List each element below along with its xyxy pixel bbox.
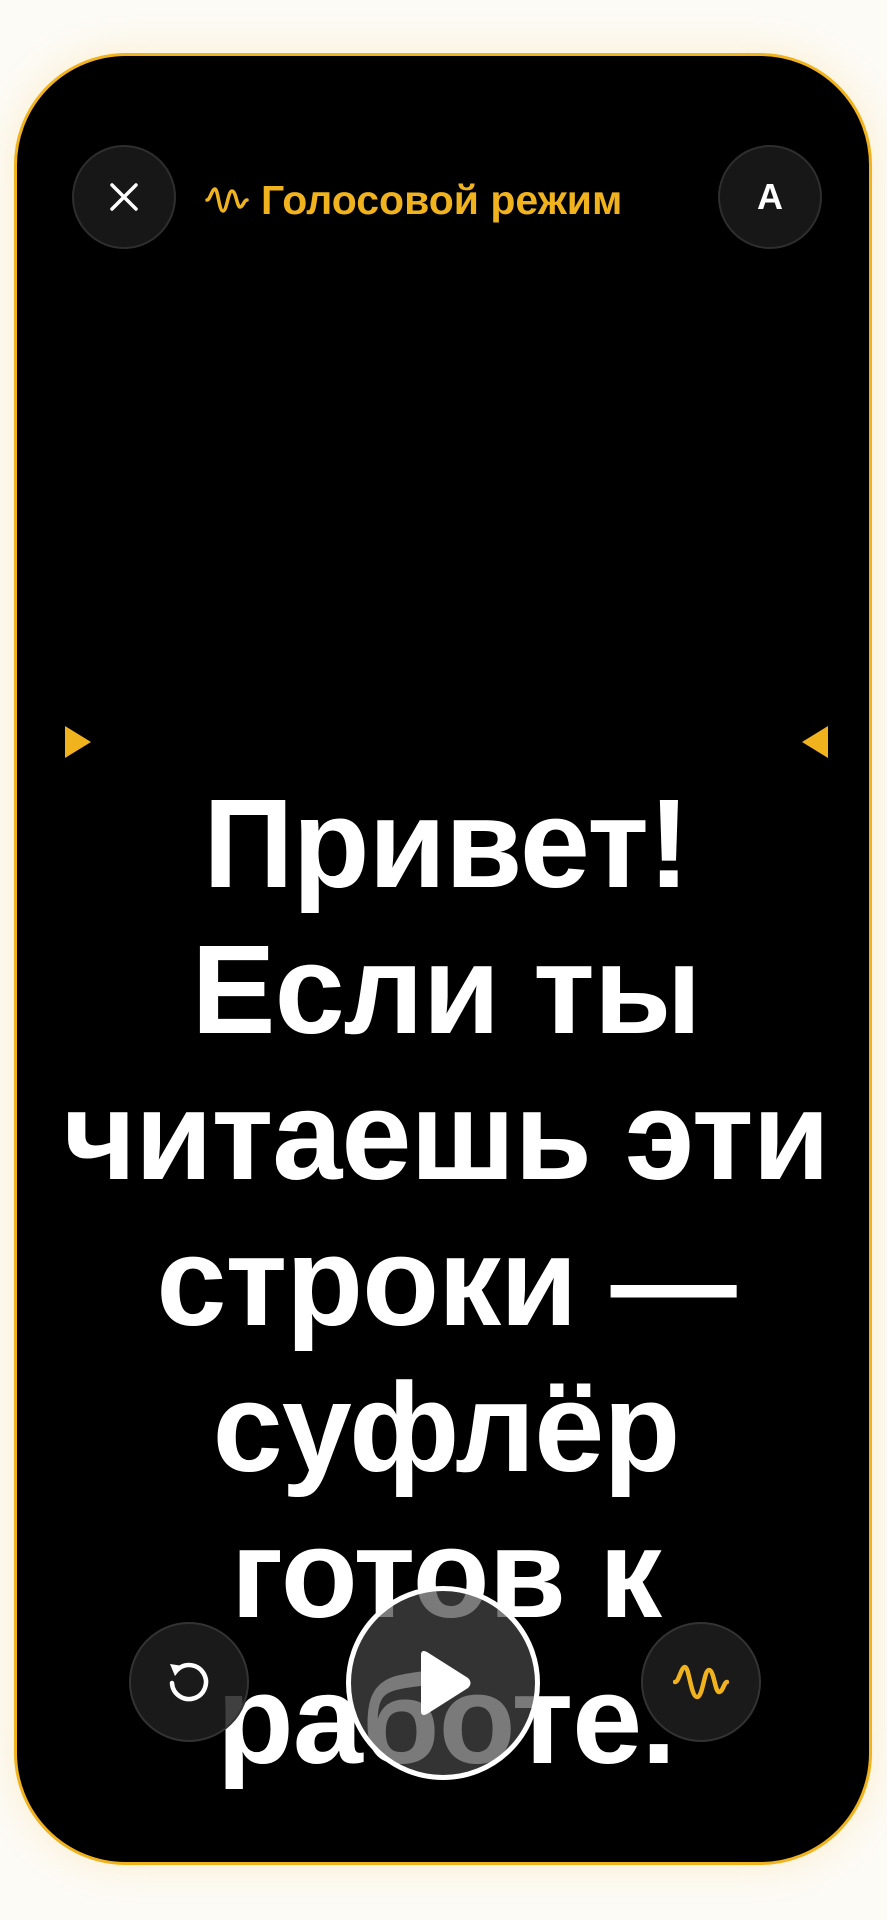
- font-settings-button[interactable]: A: [718, 145, 822, 249]
- close-button[interactable]: [72, 145, 176, 249]
- voice-mode-toggle[interactable]: Голосовой режим: [205, 174, 622, 226]
- script-line: читаешь эти: [62, 1065, 830, 1206]
- reading-line-marker-left: [65, 726, 91, 758]
- font-button-label: A: [757, 176, 783, 217]
- teleprompter-screen: Голосовой режим A Привет! Если ты читаеш…: [14, 53, 872, 1865]
- wave-icon: [673, 1664, 729, 1700]
- script-line: Привет!: [203, 773, 690, 914]
- play-icon: [421, 1651, 471, 1715]
- voice-mode-button[interactable]: [641, 1622, 761, 1742]
- reset-button[interactable]: [129, 1622, 249, 1742]
- script-line: строки —: [156, 1211, 736, 1352]
- script-line: Если ты: [191, 919, 702, 1060]
- reset-icon: [169, 1662, 209, 1702]
- script-line: суфлёр: [212, 1357, 681, 1498]
- voice-mode-label: Голосовой режим: [261, 176, 623, 223]
- reading-line-marker-right: [802, 726, 828, 758]
- close-icon: [110, 183, 138, 211]
- play-button[interactable]: [346, 1586, 540, 1780]
- wave-icon: [205, 187, 249, 213]
